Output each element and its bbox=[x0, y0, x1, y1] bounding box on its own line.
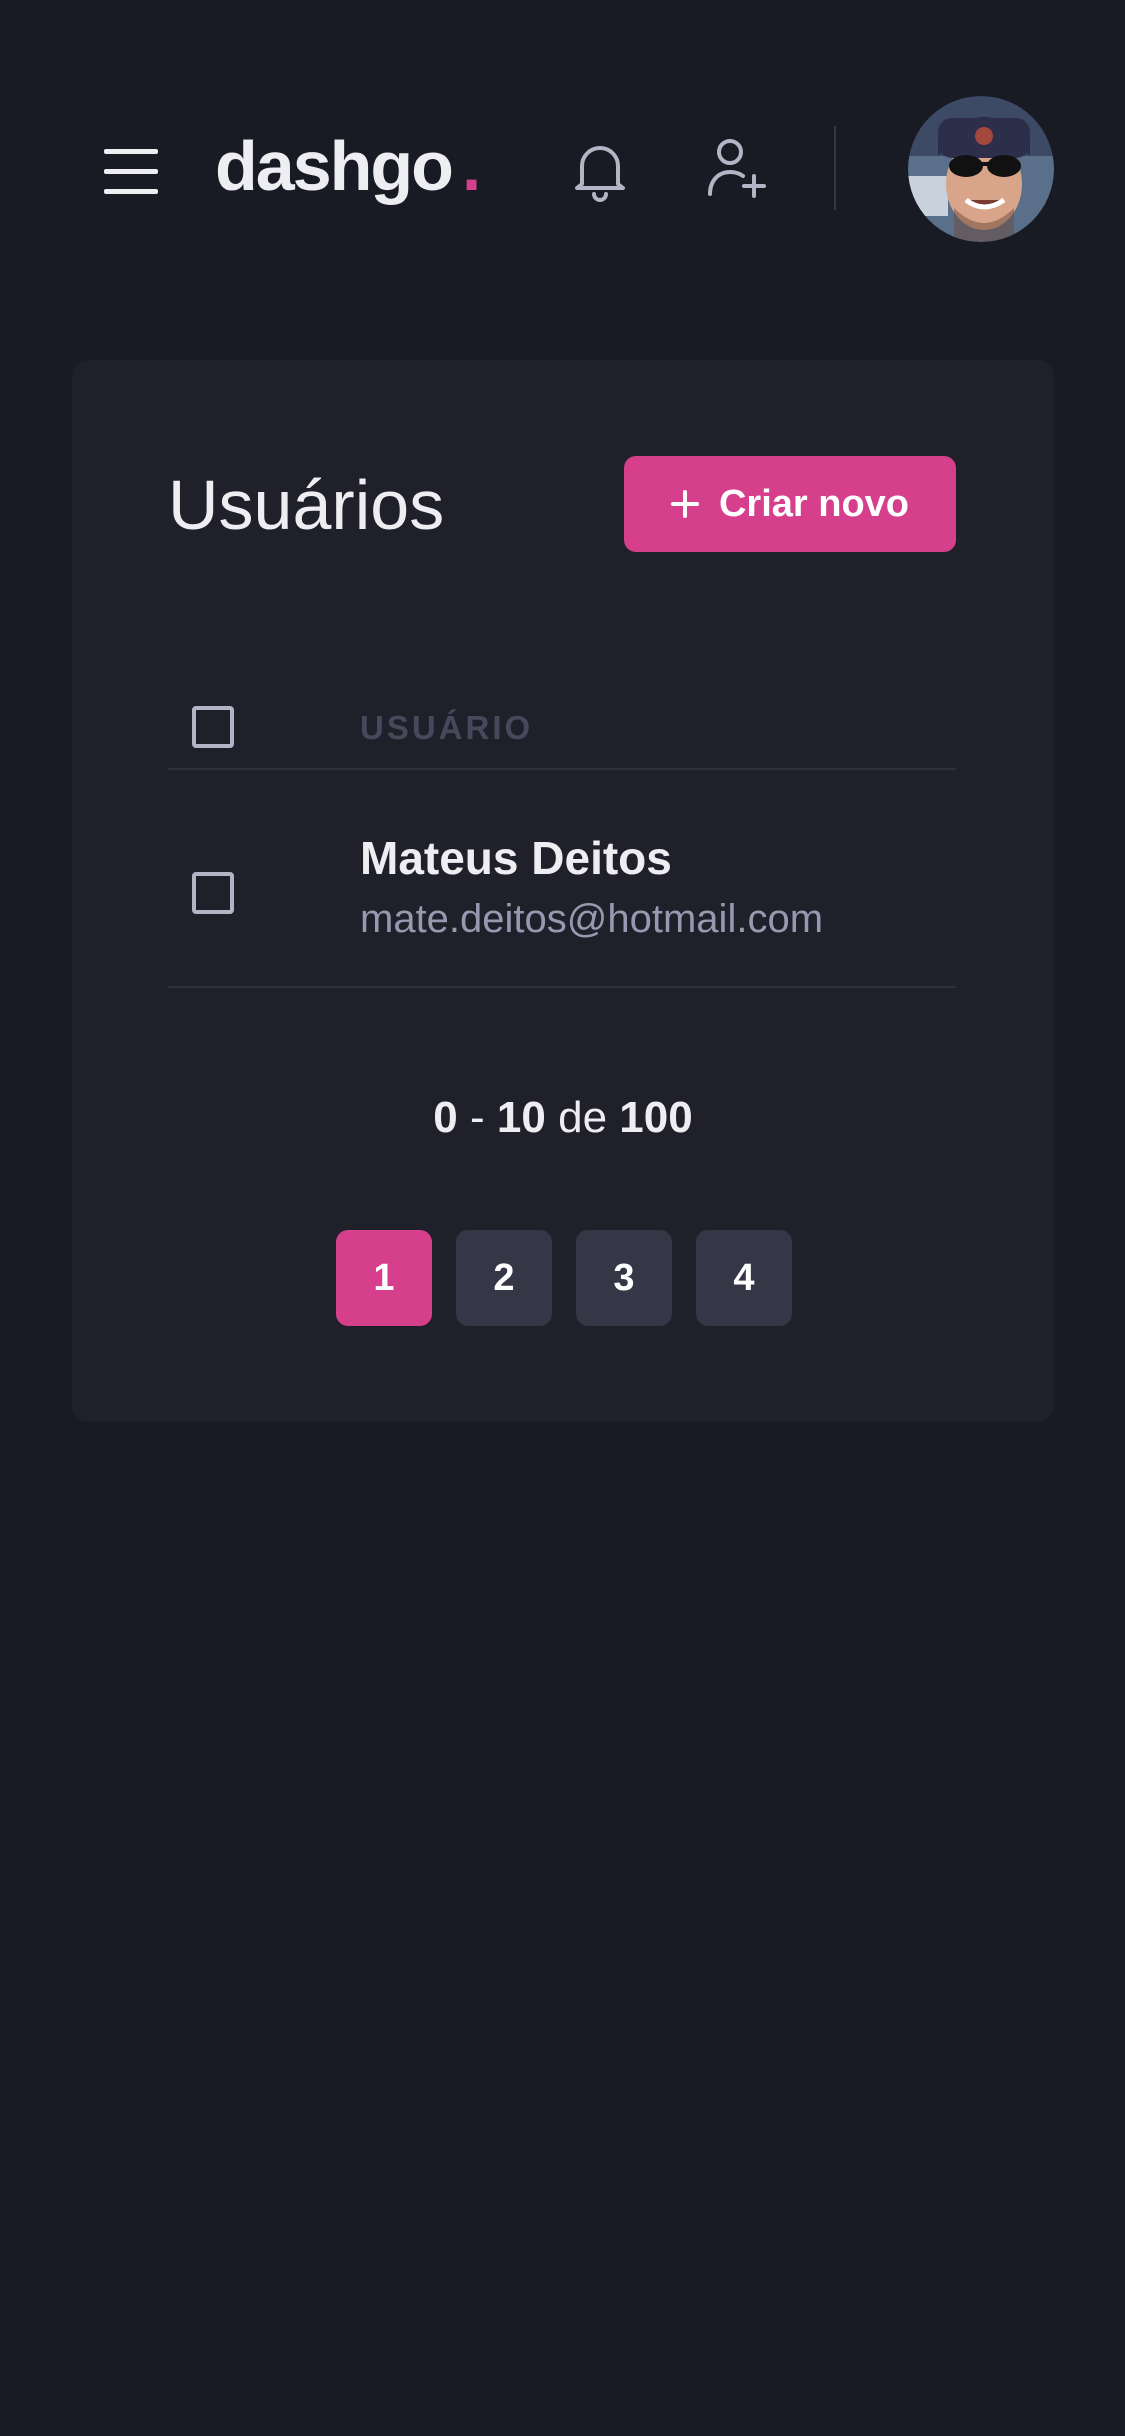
table-header: USUÁRIO bbox=[168, 660, 956, 770]
create-button-label: Criar novo bbox=[718, 482, 910, 525]
total-count: 100 bbox=[619, 1093, 693, 1142]
avatar[interactable] bbox=[908, 96, 1054, 242]
top-header: dashgo. bbox=[0, 0, 1125, 340]
select-all-checkbox[interactable] bbox=[192, 706, 234, 748]
user-name: Mateus Deitos bbox=[360, 832, 672, 884]
page-button-3[interactable]: 3 bbox=[576, 1230, 672, 1326]
logo: dashgo. bbox=[215, 126, 482, 206]
range-separator: - bbox=[470, 1093, 485, 1142]
page-button-2[interactable]: 2 bbox=[456, 1230, 552, 1326]
page-title: Usuários bbox=[168, 466, 445, 544]
users-card: Usuários Criar novo USUÁRIO Mateus Deito… bbox=[72, 360, 1054, 1422]
logo-dot: . bbox=[461, 127, 482, 205]
pagination-summary: 0 - 10 de 100 bbox=[72, 1090, 1054, 1146]
table-row: Mateus Deitos mate.deitos@hotmail.com bbox=[168, 770, 956, 988]
bell-icon[interactable] bbox=[572, 140, 628, 202]
page-button-4[interactable]: 4 bbox=[696, 1230, 792, 1326]
plus-icon bbox=[670, 490, 699, 518]
logo-text: dashgo bbox=[215, 127, 454, 205]
range-end: 10 bbox=[496, 1093, 546, 1142]
menu-icon[interactable] bbox=[100, 145, 164, 199]
row-checkbox[interactable] bbox=[192, 872, 234, 914]
user-email: mate.deitos@hotmail.com bbox=[360, 897, 824, 941]
pagination: 1 2 3 4 bbox=[336, 1230, 792, 1326]
create-user-button[interactable]: Criar novo bbox=[624, 456, 956, 552]
range-start: 0 bbox=[433, 1093, 458, 1142]
of-label: de bbox=[558, 1093, 608, 1142]
header-divider bbox=[834, 126, 836, 210]
user-add-icon[interactable] bbox=[706, 138, 772, 200]
column-header-user: USUÁRIO bbox=[360, 709, 534, 746]
page-button-1[interactable]: 1 bbox=[336, 1230, 432, 1326]
